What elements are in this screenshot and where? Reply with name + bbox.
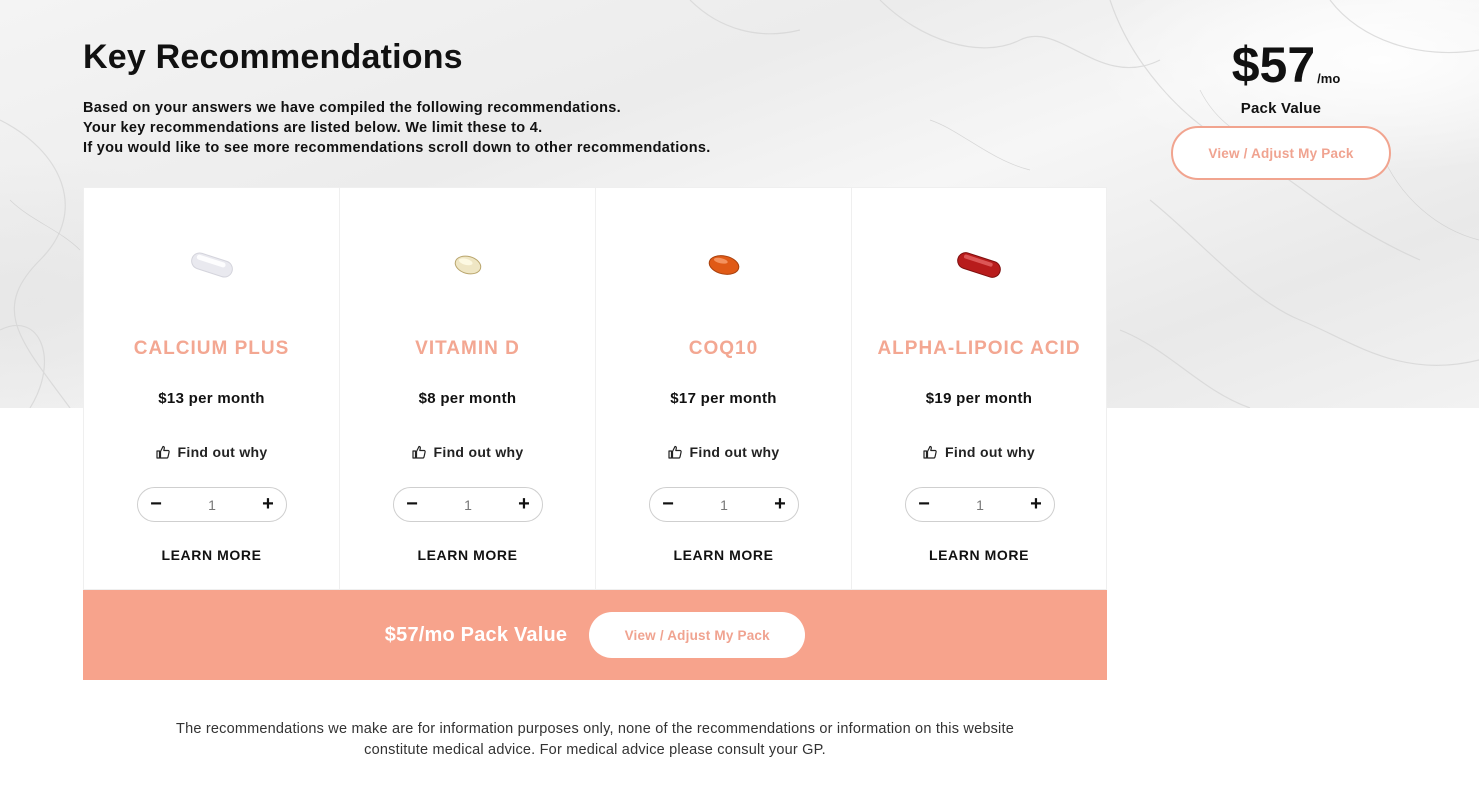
intro-line: Based on your answers we have compiled t… xyxy=(83,100,621,116)
quantity-input[interactable] xyxy=(182,496,242,513)
find-out-why-label: Find out why xyxy=(433,444,524,460)
pack-price: $57 /mo xyxy=(1171,36,1391,94)
find-out-why-link[interactable]: Find out why xyxy=(84,444,339,460)
find-out-why-label: Find out why xyxy=(689,444,780,460)
product-name: COQ10 xyxy=(688,338,759,359)
quantity-input[interactable] xyxy=(950,496,1010,513)
product-price: $13 per month xyxy=(158,390,265,407)
pack-price-period: /mo xyxy=(1317,71,1341,86)
product-card-alpha-lipoic-acid: ALPHA-LIPOIC ACID $19 per month Find out… xyxy=(851,187,1107,590)
decrease-button[interactable]: − xyxy=(394,488,430,521)
thumbs-up-icon xyxy=(155,445,170,459)
learn-more-link[interactable]: LEARN MORE xyxy=(340,547,595,563)
product-price: $8 per month xyxy=(418,390,517,407)
increase-button[interactable]: + xyxy=(1018,488,1054,521)
find-out-why-label: Find out why xyxy=(945,444,1035,460)
softgel-orange-icon xyxy=(708,255,739,275)
product-card-calcium-plus: CALCIUM PLUS $13 per month Find out why … xyxy=(83,187,339,590)
product-card-vitamin-d: VITAMIN D $8 per month Find out why − + … xyxy=(339,187,595,590)
learn-more-link[interactable]: LEARN MORE xyxy=(596,547,851,563)
thumbs-up-icon xyxy=(411,445,426,459)
pack-value-label: Pack Value xyxy=(1240,100,1322,117)
thumbs-up-icon xyxy=(923,445,937,459)
quantity-stepper: − + xyxy=(393,487,543,522)
increase-button[interactable]: + xyxy=(762,488,798,521)
intro-line: If you would like to see more recommenda… xyxy=(83,140,711,156)
product-name: VITAMIN D xyxy=(415,338,520,359)
increase-button[interactable]: + xyxy=(506,488,542,521)
view-adjust-pack-button[interactable]: View / Adjust My Pack xyxy=(1171,126,1391,180)
find-out-why-link[interactable]: Find out why xyxy=(852,444,1106,460)
medical-disclaimer: The recommendations we make are for info… xyxy=(83,719,1107,761)
increase-button[interactable]: + xyxy=(250,488,286,521)
decrease-button[interactable]: − xyxy=(138,488,174,521)
disclaimer-line: The recommendations we make are for info… xyxy=(176,721,1014,737)
product-name: ALPHA-LIPOIC ACID xyxy=(877,338,1081,359)
page-title: Key Recommendations xyxy=(83,38,463,76)
learn-more-link[interactable]: LEARN MORE xyxy=(84,547,339,563)
page-header: Key Recommendations Based on your answer… xyxy=(83,36,843,158)
thumbs-up-icon xyxy=(667,445,682,459)
pack-value-text: $57/mo Pack Value xyxy=(384,623,568,646)
pack-value-bar: $57/mo Pack Value View / Adjust My Pack xyxy=(83,590,1107,680)
learn-more-link[interactable]: LEARN MORE xyxy=(852,547,1106,563)
decrease-button[interactable]: − xyxy=(906,488,942,521)
pack-price-amount: $57 xyxy=(1231,37,1316,93)
intro-line: Your key recommendations are listed belo… xyxy=(83,120,543,136)
white-tablet-icon xyxy=(190,252,233,278)
product-name: CALCIUM PLUS xyxy=(133,338,290,359)
softgel-cream-icon xyxy=(454,255,481,275)
product-card-coq10: COQ10 $17 per month Find out why − + LEA… xyxy=(595,187,851,590)
product-price: $19 per month xyxy=(925,390,1033,407)
quantity-input[interactable] xyxy=(438,496,498,513)
capsule-red-icon xyxy=(957,252,1001,278)
find-out-why-link[interactable]: Find out why xyxy=(340,444,595,460)
quantity-stepper: − + xyxy=(905,487,1055,522)
quantity-stepper: − + xyxy=(649,487,799,522)
recommendation-cards: CALCIUM PLUS $13 per month Find out why … xyxy=(83,187,1107,590)
decrease-button[interactable]: − xyxy=(650,488,686,521)
pack-summary: $57 /mo Pack Value View / Adjust My Pack xyxy=(1171,36,1391,180)
find-out-why-link[interactable]: Find out why xyxy=(596,444,851,460)
product-price: $17 per month xyxy=(670,390,777,407)
find-out-why-label: Find out why xyxy=(177,444,268,460)
view-adjust-pack-button-bottom[interactable]: View / Adjust My Pack xyxy=(589,612,806,658)
intro-text: Based on your answers we have compiled t… xyxy=(83,98,843,158)
disclaimer-line: constitute medical advice. For medical a… xyxy=(364,742,826,758)
quantity-input[interactable] xyxy=(694,496,754,513)
quantity-stepper: − + xyxy=(137,487,287,522)
